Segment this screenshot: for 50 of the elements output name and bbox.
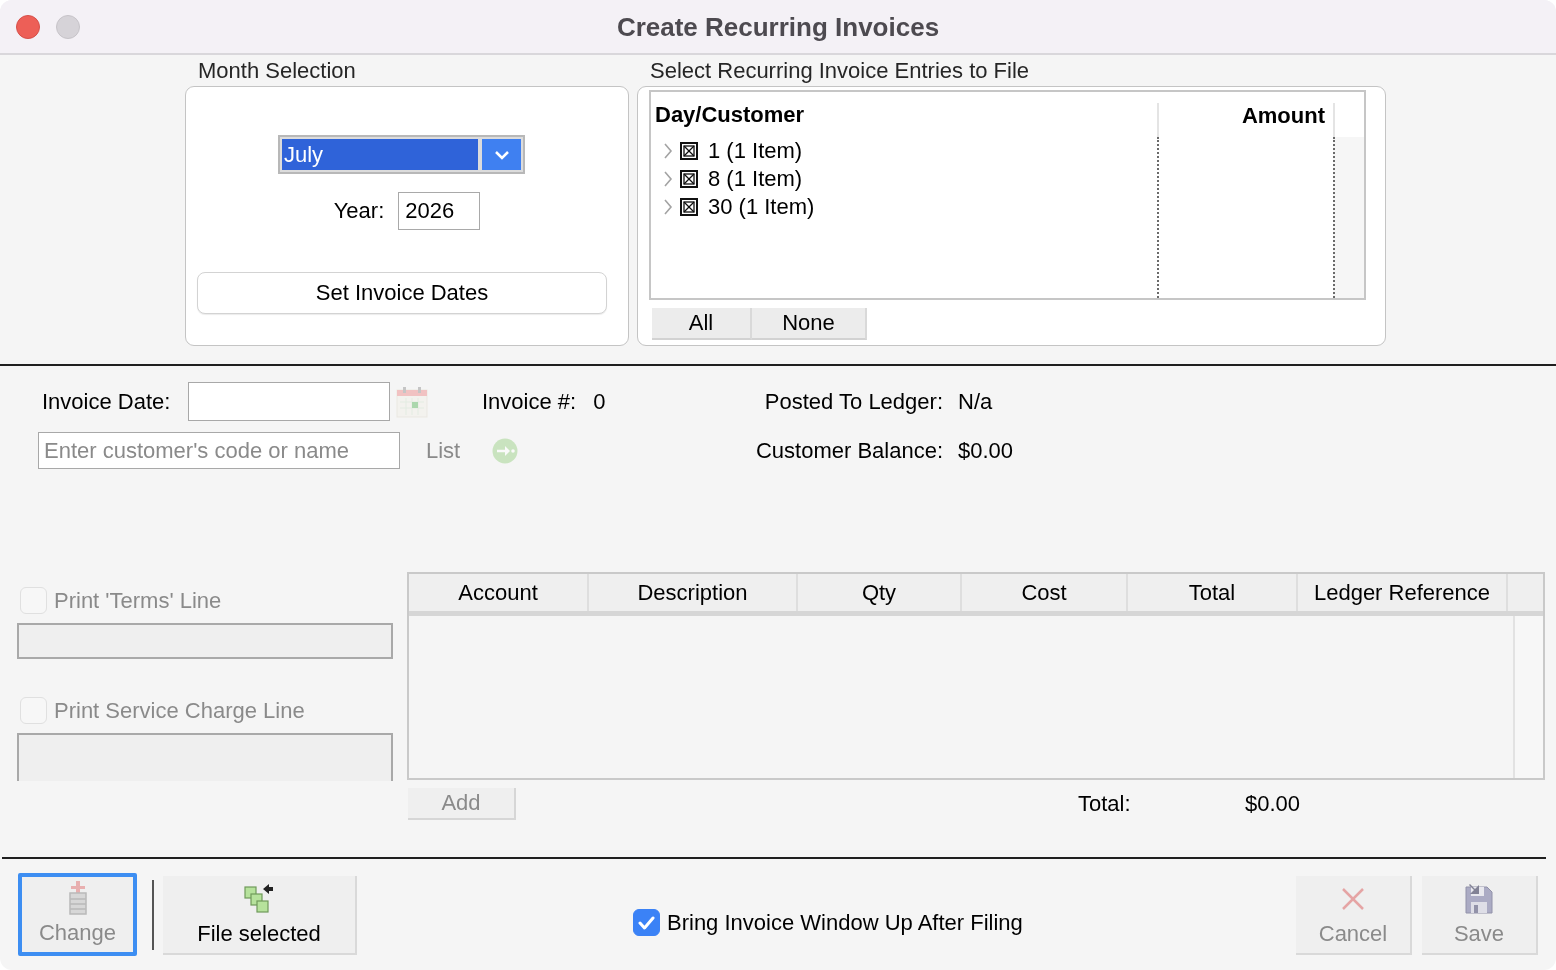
x-checkbox-icon[interactable] — [680, 170, 698, 188]
chevron-right-icon[interactable] — [663, 171, 673, 187]
close-icon — [1341, 887, 1365, 911]
column-header[interactable]: Amount — [1241, 103, 1325, 129]
chevron-right-icon[interactable] — [663, 143, 673, 159]
field-label: Customer Balance: — [755, 437, 943, 464]
select-all-button[interactable]: All — [652, 308, 752, 340]
close-icon[interactable] — [16, 14, 40, 39]
year-label: Year: — [333, 198, 385, 224]
column-header[interactable]: Cost — [1021, 579, 1067, 606]
posted-value: N/a — [958, 388, 993, 415]
checked-checkbox-icon[interactable] — [633, 909, 660, 936]
stacked-squares-arrow-icon — [244, 884, 274, 914]
arrow-circle-icon[interactable] — [492, 437, 519, 464]
field-label: Posted To Ledger: — [764, 388, 943, 415]
customer-field[interactable]: Enter customer's code or name — [38, 432, 400, 469]
total-value: $0.00 — [1245, 791, 1301, 817]
set-invoice-dates-button[interactable]: Set Invoice Dates — [197, 272, 607, 314]
field-label: Invoice #: — [482, 388, 577, 415]
balance-value: $0.00 — [958, 437, 1014, 464]
tree-row-label[interactable]: 1 (1 Item) — [708, 138, 803, 164]
year-field[interactable]: 2026 — [398, 192, 481, 230]
input-field[interactable] — [17, 623, 393, 659]
column-header[interactable]: Ledger Reference — [1313, 579, 1491, 606]
stack-arrow-icon — [66, 881, 89, 915]
input-field[interactable] — [17, 733, 393, 781]
select-none-button[interactable]: None — [752, 308, 867, 340]
window-title: Create Recurring Invoices — [616, 11, 940, 42]
column-header[interactable]: Day/Customer — [655, 101, 805, 128]
minimize-icon[interactable] — [56, 14, 80, 39]
group-label: Month Selection — [198, 59, 356, 83]
x-checkbox-icon[interactable] — [680, 142, 698, 160]
group-label: Select Recurring Invoice Entries to File — [650, 59, 1030, 83]
checkbox-label[interactable]: Bring Invoice Window Up After Filing — [667, 909, 1023, 936]
tree-row-label[interactable]: 8 (1 Item) — [708, 166, 803, 192]
chevron-down-icon[interactable] — [482, 139, 521, 170]
column-header[interactable]: Account — [458, 579, 538, 606]
total-label: Total: — [1078, 791, 1131, 817]
x-checkbox-icon[interactable] — [680, 198, 698, 216]
date-field[interactable] — [188, 382, 390, 421]
field-label: Invoice Date: — [42, 388, 172, 415]
file-selected-button[interactable]: File selected — [163, 876, 357, 955]
column-header[interactable]: Description — [637, 579, 748, 606]
tree-row-label[interactable]: 30 (1 Item) — [708, 194, 815, 220]
month-dropdown[interactable]: July — [278, 135, 525, 174]
invoice-number: 0 — [593, 388, 606, 415]
calendar-icon[interactable] — [396, 385, 428, 418]
column-header[interactable]: Total — [1188, 579, 1236, 606]
column-header[interactable]: Qty — [861, 579, 897, 606]
chevron-right-icon[interactable] — [663, 199, 673, 215]
